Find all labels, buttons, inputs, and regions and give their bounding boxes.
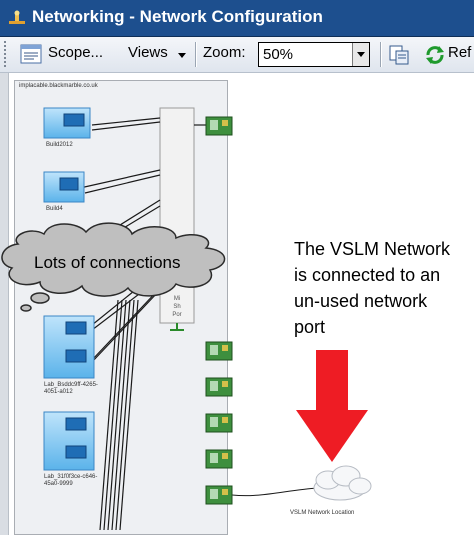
switch-glyph: Sh bbox=[173, 304, 180, 310]
network-location-label: VSLM Network Location bbox=[290, 510, 355, 516]
vm-label: Lab_Bsddc9ff-4265-4051-a012 bbox=[44, 382, 98, 395]
vslm-note-line: un-used network bbox=[294, 291, 428, 311]
virtual-switch[interactable]: Mi Sh Por bbox=[159, 107, 195, 331]
lots-of-connections-text: Lots of connections bbox=[34, 253, 181, 272]
vslm-note: The VSLM Network is connected to an un-u… bbox=[294, 236, 470, 340]
switch-glyph: Por bbox=[172, 312, 181, 318]
vm-icon[interactable] bbox=[43, 315, 95, 379]
vm-icon[interactable] bbox=[43, 107, 91, 139]
red-down-arrow bbox=[296, 350, 368, 462]
network-location-cloud-icon[interactable] bbox=[313, 465, 372, 501]
network-adapter-icon[interactable] bbox=[205, 116, 233, 136]
network-adapter-icon[interactable] bbox=[205, 377, 233, 397]
network-adapter-icon[interactable] bbox=[205, 341, 233, 361]
network-adapter-icon[interactable] bbox=[205, 485, 233, 505]
connection-lines bbox=[79, 117, 319, 531]
switch-glyph: Mi bbox=[174, 296, 180, 302]
vm-label: Build4 bbox=[46, 206, 63, 212]
vm-label: Build2012 bbox=[46, 142, 73, 148]
vm-icon[interactable] bbox=[43, 411, 95, 471]
vm-icon[interactable] bbox=[43, 171, 85, 203]
vslm-note-line: port bbox=[294, 317, 326, 337]
network-adapter-icon[interactable] bbox=[205, 449, 233, 469]
vm-label: Lab_31f0f3ce-c646-45a0-9999 bbox=[44, 474, 98, 487]
vslm-note-line: The VSLM Network bbox=[294, 239, 451, 259]
network-adapter-icon[interactable] bbox=[205, 413, 233, 433]
vslm-note-line: is connected to an bbox=[294, 265, 441, 285]
